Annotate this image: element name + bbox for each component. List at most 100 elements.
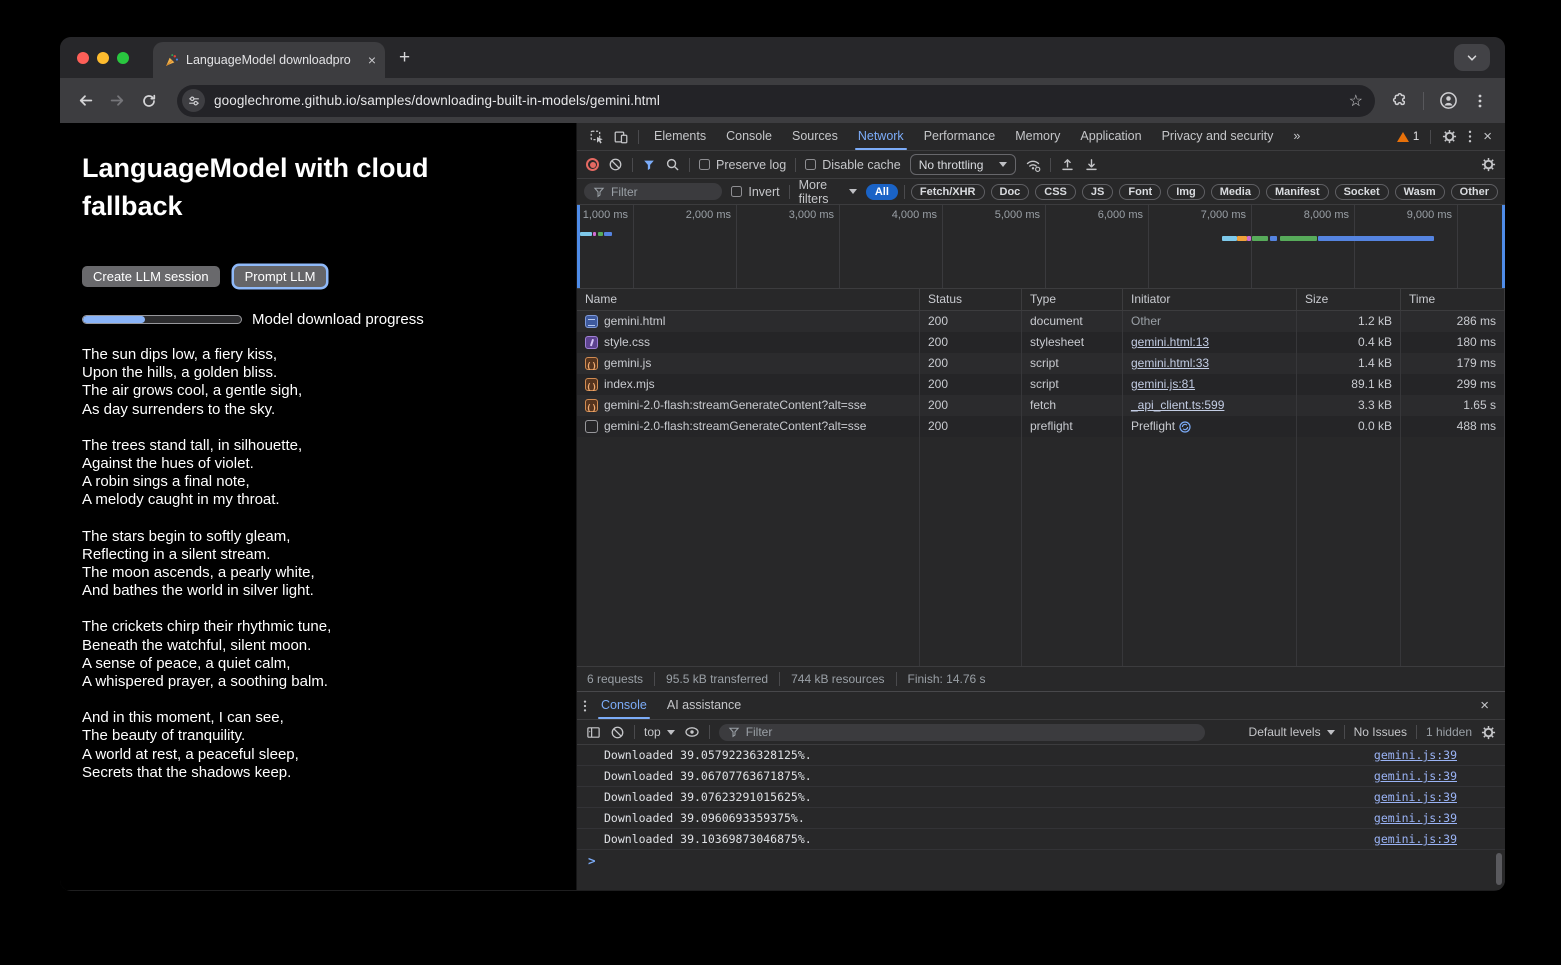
- clear-network-log-icon[interactable]: [608, 157, 623, 172]
- console-source-link[interactable]: gemini.js:39: [1374, 745, 1457, 765]
- column-header-time[interactable]: Time: [1401, 289, 1505, 310]
- initiator-link[interactable]: gemini.html:13: [1131, 335, 1209, 349]
- prompt-llm-button[interactable]: Prompt LLM: [234, 266, 327, 287]
- network-request-row[interactable]: gemini-2.0-flash:streamGenerateContent?a…: [577, 416, 1505, 437]
- column-header-status[interactable]: Status: [920, 289, 1022, 310]
- chip-socket[interactable]: Socket: [1335, 184, 1389, 200]
- devtools-tab-privacy-and-security[interactable]: Privacy and security: [1152, 123, 1284, 150]
- drawer-tab-console[interactable]: Console: [591, 692, 657, 719]
- drawer-tab-ai-assistance[interactable]: AI assistance: [657, 692, 751, 719]
- console-sidebar-icon[interactable]: [586, 725, 601, 740]
- devtools-menu-kebab-icon[interactable]: [1468, 129, 1472, 144]
- search-icon[interactable]: [665, 157, 680, 172]
- console-settings-gear-icon[interactable]: [1481, 725, 1496, 740]
- devtools-tab-sources[interactable]: Sources: [782, 123, 848, 150]
- column-header-initiator[interactable]: Initiator: [1123, 289, 1297, 310]
- devtools-tab-memory[interactable]: Memory: [1005, 123, 1070, 150]
- network-overview-timeline[interactable]: 1,000 ms 2,000 ms 3,000 ms 4,000 ms 5,00…: [577, 205, 1505, 289]
- console-message[interactable]: Downloaded 39.06707763671875%. gemini.js…: [577, 766, 1505, 787]
- preserve-log-checkbox[interactable]: Preserve log: [699, 158, 786, 172]
- url-text[interactable]: googlechrome.github.io/samples/downloadi…: [214, 93, 1340, 108]
- devtools-tab-network[interactable]: Network: [848, 123, 914, 150]
- timeline-left-handle[interactable]: [577, 205, 580, 288]
- default-levels-select[interactable]: Default levels: [1249, 725, 1335, 739]
- bookmark-star-icon[interactable]: ☆: [1349, 91, 1363, 111]
- more-tabs-button[interactable]: »: [1283, 123, 1310, 150]
- import-har-icon[interactable]: [1060, 157, 1075, 172]
- column-header-size[interactable]: Size: [1297, 289, 1401, 310]
- forward-button[interactable]: [105, 89, 129, 113]
- devtools-tab-application[interactable]: Application: [1070, 123, 1151, 150]
- reload-button[interactable]: [137, 89, 161, 113]
- initiator-link[interactable]: _api_client.ts:599: [1131, 398, 1224, 412]
- network-conditions-icon[interactable]: [1025, 157, 1041, 173]
- new-tab-button[interactable]: +: [399, 47, 410, 69]
- tab-close-icon[interactable]: ×: [368, 53, 376, 67]
- console-filter-input[interactable]: Filter: [719, 724, 1205, 741]
- chip-css[interactable]: CSS: [1035, 184, 1076, 200]
- issues-counter[interactable]: No Issues: [1354, 725, 1407, 739]
- network-request-row[interactable]: gemini-2.0-flash:streamGenerateContent?a…: [577, 395, 1505, 416]
- address-bar[interactable]: googlechrome.github.io/samples/downloadi…: [177, 85, 1375, 117]
- filter-funnel-icon[interactable]: [642, 158, 656, 172]
- hidden-messages-count[interactable]: 1 hidden: [1426, 725, 1472, 739]
- chip-wasm[interactable]: Wasm: [1395, 184, 1445, 200]
- site-settings-icon[interactable]: [182, 89, 205, 112]
- initiator-link[interactable]: gemini.html:33: [1131, 356, 1209, 370]
- devtools-tab-console[interactable]: Console: [716, 123, 782, 150]
- chip-js[interactable]: JS: [1082, 184, 1113, 200]
- invert-checkbox[interactable]: Invert: [731, 185, 779, 199]
- clear-console-icon[interactable]: [610, 725, 625, 740]
- console-message[interactable]: Downloaded 39.0960693359375%. gemini.js:…: [577, 808, 1505, 829]
- console-source-link[interactable]: gemini.js:39: [1374, 808, 1457, 828]
- record-network-log-button[interactable]: [586, 158, 599, 171]
- profile-avatar-icon[interactable]: [1436, 89, 1460, 113]
- console-source-link[interactable]: gemini.js:39: [1374, 787, 1457, 807]
- back-button[interactable]: [73, 89, 97, 113]
- chip-other[interactable]: Other: [1451, 184, 1498, 200]
- export-har-icon[interactable]: [1084, 157, 1099, 172]
- chip-img[interactable]: Img: [1167, 184, 1205, 200]
- drawer-menu-kebab-icon[interactable]: [583, 699, 587, 713]
- throttling-select[interactable]: No throttling: [910, 154, 1017, 175]
- console-message[interactable]: Downloaded 39.07623291015625%. gemini.js…: [577, 787, 1505, 808]
- disable-cache-checkbox[interactable]: Disable cache: [805, 158, 901, 172]
- network-settings-gear-icon[interactable]: [1481, 157, 1496, 172]
- column-header-name[interactable]: Name: [577, 289, 920, 310]
- chip-all[interactable]: All: [866, 184, 898, 200]
- network-filter-input[interactable]: Filter: [584, 183, 722, 200]
- warning-badge[interactable]: 1: [1397, 131, 1419, 143]
- column-header-type[interactable]: Type: [1022, 289, 1123, 310]
- console-message[interactable]: Downloaded 39.10369873046875%. gemini.js…: [577, 829, 1505, 850]
- chip-font[interactable]: Font: [1119, 184, 1161, 200]
- chip-manifest[interactable]: Manifest: [1266, 184, 1329, 200]
- devtools-tab-performance[interactable]: Performance: [914, 123, 1006, 150]
- console-source-link[interactable]: gemini.js:39: [1374, 829, 1457, 849]
- network-request-row[interactable]: style.css 200 stylesheet gemini.html:13 …: [577, 332, 1505, 353]
- device-toolbar-icon[interactable]: [609, 129, 633, 145]
- network-request-row[interactable]: index.mjs 200 script gemini.js:81 89.1 k…: [577, 374, 1505, 395]
- network-request-row[interactable]: gemini.js 200 script gemini.html:33 1.4 …: [577, 353, 1505, 374]
- extensions-puzzle-icon[interactable]: [1387, 89, 1411, 113]
- console-prompt-chevron[interactable]: >: [577, 850, 1505, 871]
- devtools-tab-elements[interactable]: Elements: [644, 123, 716, 150]
- console-message[interactable]: Downloaded 39.05792236328125%. gemini.js…: [577, 745, 1505, 766]
- devtools-settings-gear-icon[interactable]: [1442, 129, 1457, 144]
- browser-tab[interactable]: LanguageModel downloadpro ×: [153, 42, 385, 78]
- chip-media[interactable]: Media: [1211, 184, 1260, 200]
- minimize-window-button[interactable]: [97, 52, 109, 64]
- initiator-link[interactable]: gemini.js:81: [1131, 377, 1195, 391]
- tab-search-chevron-button[interactable]: [1454, 44, 1490, 71]
- chip-doc[interactable]: Doc: [991, 184, 1030, 200]
- console-scrollbar-thumb[interactable]: [1496, 853, 1502, 885]
- browser-menu-kebab-icon[interactable]: [1468, 89, 1492, 113]
- execution-context-select[interactable]: top: [644, 725, 675, 739]
- chip-fetch-xhr[interactable]: Fetch/XHR: [911, 184, 985, 200]
- close-window-button[interactable]: [77, 52, 89, 64]
- maximize-window-button[interactable]: [117, 52, 129, 64]
- devtools-close-icon[interactable]: ×: [1483, 128, 1492, 145]
- create-llm-session-button[interactable]: Create LLM session: [82, 266, 220, 287]
- console-source-link[interactable]: gemini.js:39: [1374, 766, 1457, 786]
- live-expression-eye-icon[interactable]: [684, 724, 700, 740]
- more-filters-dropdown[interactable]: More filters: [799, 178, 857, 206]
